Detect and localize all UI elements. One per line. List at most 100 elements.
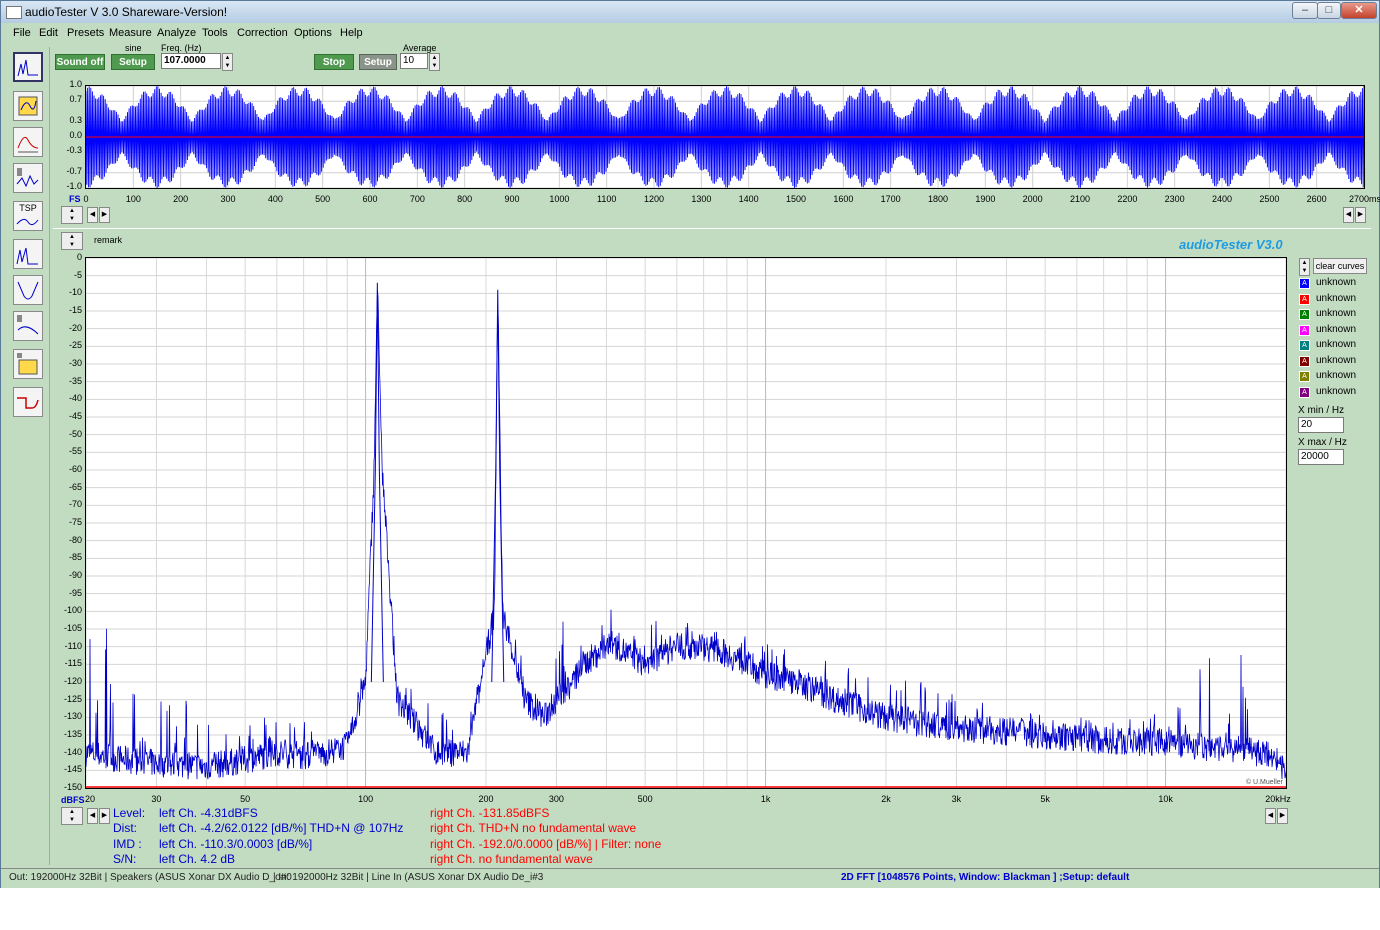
menu-file[interactable]: File	[13, 27, 31, 39]
fft-y-tick: -10	[68, 287, 82, 298]
title-bar: audioTester V 3.0 Shareware-Version! – □…	[1, 1, 1379, 23]
fft-x-tick: 10k	[1158, 794, 1173, 804]
status-input: | In: 192000Hz 32Bit | Line In (ASUS Xon…	[273, 872, 544, 883]
clear-curves-button[interactable]: clear curves	[1313, 258, 1367, 274]
curve-label: unknown	[1316, 339, 1357, 350]
scope-zoom-stepper[interactable]: ▲ ▼	[61, 206, 83, 224]
scope-x-left[interactable]: ◀	[1343, 207, 1354, 223]
menu-edit[interactable]: Edit	[39, 27, 58, 39]
scope-x-tick: 1600	[833, 194, 854, 204]
scope-x-tick: 300	[220, 194, 236, 204]
fft-y-tick: -30	[68, 358, 82, 368]
fft-y-tick: -5	[73, 269, 82, 280]
scope-y-tick: -1.0	[66, 181, 82, 191]
curve-color-swatch[interactable]: A	[1299, 293, 1310, 305]
fft-x-left[interactable]: ◀	[1265, 808, 1276, 824]
menu-help[interactable]: Help	[340, 27, 363, 39]
brand-label: audioTester V3.0	[1179, 237, 1283, 252]
curve-color-swatch[interactable]: A	[1299, 386, 1310, 398]
step-response-icon[interactable]	[13, 387, 43, 417]
fft-y-tick: -105	[63, 623, 82, 633]
menu-tools[interactable]: Tools	[202, 27, 228, 39]
frequency-stepper[interactable]: ▲ ▼	[222, 53, 233, 71]
tsp-icon[interactable]: TSP	[13, 201, 43, 231]
scope-scroll-right[interactable]: ▶	[99, 207, 110, 223]
fft-y-tick: -15	[68, 305, 82, 315]
fft-y-tick: -25	[68, 340, 82, 351]
fft-plot[interactable]: © U.Mueller	[85, 257, 1287, 789]
stop-button[interactable]: Stop	[314, 54, 354, 70]
fft-x-tick: 1k	[760, 794, 771, 804]
fft-y-unit: dBFS	[61, 795, 85, 805]
xmax-input[interactable]: 20000	[1298, 449, 1344, 465]
fft-y-tick: -115	[64, 658, 82, 669]
fft-y-tick: -85	[68, 552, 82, 563]
average-stepper[interactable]: ▲ ▼	[429, 53, 440, 71]
scope-x-right[interactable]: ▶	[1355, 207, 1366, 223]
fft-y-tick: -75	[68, 517, 82, 527]
scope-fs-label: FS	[69, 194, 81, 204]
imd-left: left Ch. -110.3/0.0003 [dB/%]	[159, 837, 313, 851]
scope-x-tick: 1700	[880, 194, 901, 204]
fft-y-tick: -45	[68, 411, 82, 421]
tsp-label: TSP	[19, 203, 37, 213]
fft-icon[interactable]	[13, 52, 43, 82]
fft-svg	[85, 257, 1287, 789]
menu-measure[interactable]: Measure	[109, 27, 152, 39]
analyzer-setup-button[interactable]: Setup	[359, 54, 397, 70]
curve-color-swatch[interactable]: A	[1299, 324, 1310, 336]
frequency-response-icon[interactable]	[13, 127, 43, 157]
fft-x-zoom-stepper[interactable]: ▲ ▼	[61, 807, 83, 825]
fft-x-tick: 3k	[951, 794, 962, 804]
scope-x-tick: 1000	[549, 194, 570, 204]
fft-scroll-left[interactable]: ◀	[87, 808, 98, 824]
room-response-icon[interactable]	[13, 311, 43, 341]
minimize-button[interactable]: –	[1292, 2, 1318, 19]
spectrum-icon[interactable]	[13, 239, 43, 269]
frequency-input[interactable]: 107.0000	[161, 53, 221, 69]
fft-scroll-right[interactable]: ▶	[99, 808, 110, 824]
menu-analyze[interactable]: Analyze	[157, 27, 196, 39]
fft-y-tick: -140	[63, 746, 82, 757]
speaker-3d-icon[interactable]	[13, 349, 43, 379]
curves-stepper[interactable]: ▲ ▼	[1299, 258, 1310, 276]
fft-y-tick: -50	[68, 428, 82, 439]
close-button[interactable]: ✕	[1341, 2, 1377, 19]
menu-correction[interactable]: Correction	[237, 27, 288, 39]
curve-color-swatch[interactable]: A	[1299, 278, 1310, 289]
fft-x-right[interactable]: ▶	[1277, 808, 1288, 824]
scope-scroll-left[interactable]: ◀	[87, 207, 98, 223]
curve-color-swatch[interactable]: A	[1299, 309, 1310, 320]
curve-color-swatch[interactable]: A	[1299, 371, 1310, 382]
average-input[interactable]: 10	[400, 53, 428, 69]
oscilloscope-plot[interactable]	[85, 85, 1365, 189]
fft-y-tick: -60	[68, 464, 82, 474]
fft-y-tick: -55	[68, 446, 82, 457]
fft-y-tick: -125	[63, 693, 82, 704]
scope-x-tick: 0	[83, 194, 89, 204]
menu-presets[interactable]: Presets	[67, 27, 104, 39]
generator-setup-button[interactable]: Setup	[111, 54, 155, 70]
fft-x-tick: 200	[478, 794, 494, 804]
window-title: audioTester V 3.0 Shareware-Version!	[25, 5, 228, 19]
fft-y-tick: -145	[63, 764, 82, 775]
scope-x-tick: 2400	[1211, 194, 1233, 204]
oscilloscope-icon[interactable]	[13, 91, 43, 121]
maximize-button[interactable]: □	[1317, 2, 1341, 19]
app-window: audioTester V 3.0 Shareware-Version! – □…	[0, 0, 1380, 888]
curve-color-swatch[interactable]: A	[1299, 355, 1310, 367]
fft-x-tick: 500	[637, 794, 653, 804]
fft-x-tick: 20kHz	[1265, 794, 1291, 804]
fft-zoom-stepper[interactable]: ▲ ▼	[61, 232, 83, 250]
curve-color-swatch[interactable]: A	[1299, 340, 1310, 351]
menu-options[interactable]: Options	[294, 27, 332, 39]
sound-off-button[interactable]: Sound off	[55, 54, 105, 70]
imd-right: right Ch. -192.0/0.0000 [dB/%] | Filter:…	[430, 837, 662, 851]
curve-label: unknown	[1316, 354, 1357, 366]
speaker-impedance-icon[interactable]	[13, 163, 43, 193]
fft-y-tick: 0	[76, 252, 82, 262]
filter-curve-icon[interactable]	[13, 275, 43, 305]
remark-label: remark	[94, 235, 123, 245]
xmin-input[interactable]: 20	[1298, 417, 1344, 433]
fft-y-tick: -120	[63, 676, 82, 686]
